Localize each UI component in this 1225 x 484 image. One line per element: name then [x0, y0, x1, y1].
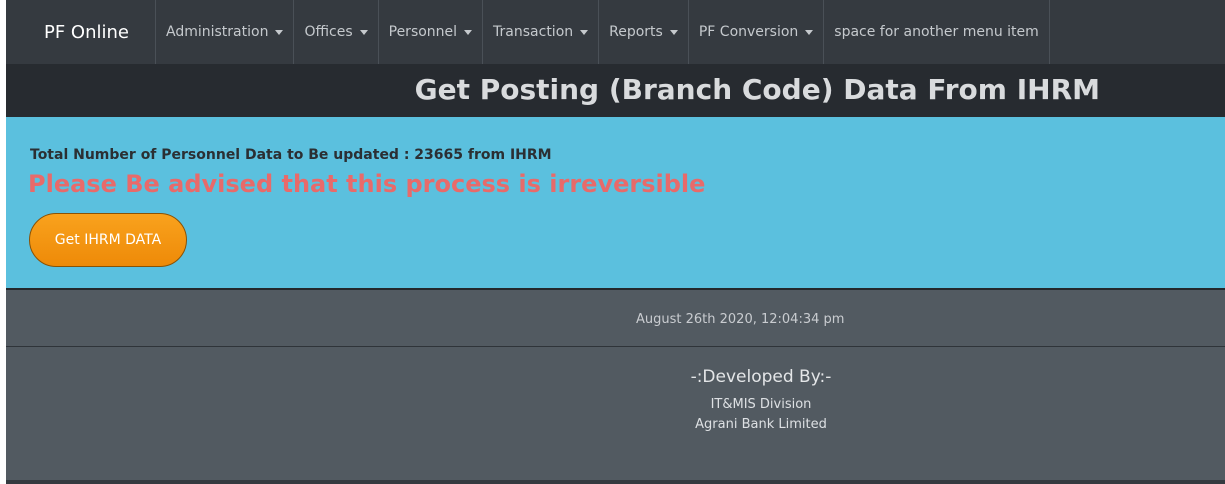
organization-name: Agrani Bank Limited	[695, 417, 827, 432]
page-title: Get Posting (Branch Code) Data From IHRM	[414, 73, 1100, 106]
get-ihrm-data-button[interactable]: Get IHRM DATA	[29, 213, 187, 267]
brand-link[interactable]: PF Online	[44, 22, 129, 43]
main-menu: Administration Offices Personnel Transac…	[155, 0, 1050, 64]
developed-by-heading: -:Developed By:-	[690, 367, 832, 387]
menu-label: Reports	[609, 24, 663, 40]
footer: -:Developed By:- IT&MIS Division Agrani …	[6, 347, 1225, 480]
menu-label: Transaction	[493, 24, 574, 40]
caret-down-icon	[669, 29, 678, 35]
caret-down-icon	[359, 29, 368, 35]
irreversible-warning: Please Be advised that this process is i…	[28, 170, 706, 198]
menu-placeholder[interactable]: space for another menu item	[823, 0, 1050, 64]
menu-reports[interactable]: Reports	[598, 0, 688, 64]
division-name: IT&MIS Division	[710, 397, 812, 412]
menu-offices[interactable]: Offices	[293, 0, 377, 64]
caret-down-icon	[275, 29, 284, 35]
menu-label: space for another menu item	[834, 24, 1039, 40]
caret-down-icon	[464, 29, 473, 35]
timestamp: August 26th 2020, 12:04:34 pm	[636, 312, 845, 327]
timestamp-bar: August 26th 2020, 12:04:34 pm	[6, 290, 1225, 347]
menu-label: PF Conversion	[698, 24, 799, 40]
footer-credits: -:Developed By:- IT&MIS Division Agrani …	[646, 347, 876, 432]
title-bar: Get Posting (Branch Code) Data From IHRM	[6, 64, 1225, 117]
footer-bottom-border	[6, 480, 1225, 484]
menu-label: Administration	[166, 24, 269, 40]
menu-personnel[interactable]: Personnel	[377, 0, 482, 64]
top-navbar: PF Online Administration Offices Personn…	[6, 0, 1225, 64]
caret-down-icon	[805, 29, 814, 35]
menu-label: Offices	[304, 24, 353, 40]
personnel-count-text: Total Number of Personnel Data to Be upd…	[30, 147, 552, 163]
menu-label: Personnel	[388, 24, 458, 40]
menu-pf-conversion[interactable]: PF Conversion	[687, 0, 823, 64]
menu-transaction[interactable]: Transaction	[482, 0, 598, 64]
menu-administration[interactable]: Administration	[155, 0, 293, 64]
caret-down-icon	[580, 29, 589, 35]
app-frame: PF Online Administration Offices Personn…	[6, 0, 1225, 484]
info-panel: Total Number of Personnel Data to Be upd…	[6, 117, 1225, 290]
